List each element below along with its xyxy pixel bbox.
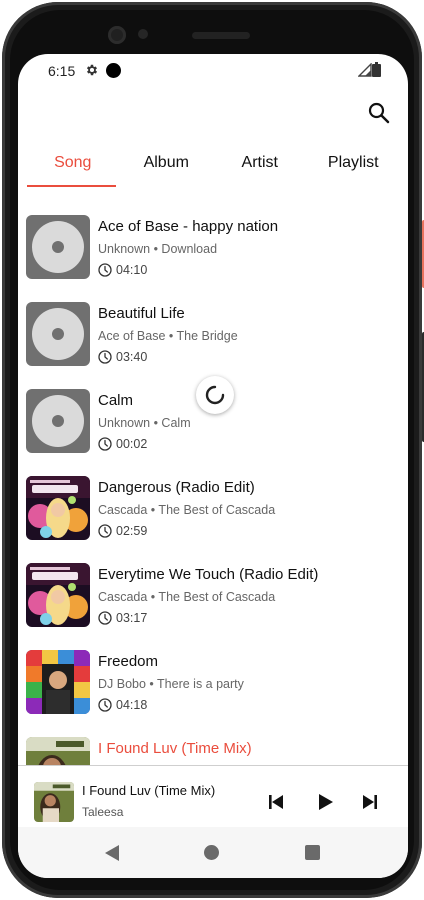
- cascada-cover-art: [26, 563, 90, 627]
- default-album-art: [26, 302, 90, 366]
- now-playing-artist: Taleesa: [82, 805, 124, 819]
- disc-hole: [52, 415, 64, 427]
- song-duration: 04:18: [116, 698, 148, 712]
- system-nav-bar: [18, 827, 408, 878]
- mini-player-art: [34, 782, 74, 822]
- search-icon[interactable]: [366, 100, 392, 126]
- mini-player[interactable]: I Found Luv (Time Mix) Taleesa: [18, 765, 408, 827]
- song-subtitle: Unknown • Calm: [98, 416, 191, 430]
- skip-next-icon[interactable]: [360, 792, 380, 812]
- tab-album[interactable]: Album: [120, 150, 214, 188]
- taleesa-album-art: [26, 737, 90, 766]
- song-item[interactable]: Freedom DJ Bobo • There is a party 04:18: [18, 641, 408, 728]
- clock-icon: [98, 524, 112, 538]
- nav-home-icon[interactable]: [204, 845, 219, 860]
- song-title: Dangerous (Radio Edit): [98, 479, 255, 496]
- song-item[interactable]: Dangerous (Radio Edit) Cascada • The Bes…: [18, 467, 408, 554]
- loading-spinner: [196, 376, 234, 414]
- song-item[interactable]: Ace of Base - happy nation Unknown • Dow…: [18, 206, 408, 293]
- song-subtitle: Cascada • The Best of Cascada: [98, 590, 276, 604]
- song-subtitle: Cascada • The Best of Cascada: [98, 503, 276, 517]
- tab-bar: Song Album Artist Playlist: [26, 150, 400, 188]
- tab-song[interactable]: Song: [26, 150, 120, 188]
- gear-icon: [86, 64, 98, 76]
- phone-frame: 6:15 Song Album Artist Playlist Ace of B…: [2, 2, 424, 898]
- song-title: Everytime We Touch (Radio Edit): [98, 566, 319, 583]
- song-duration: 03:17: [116, 611, 148, 625]
- song-item[interactable]: Beautiful Life Ace of Base • The Bridge …: [18, 293, 408, 380]
- clock-icon: [98, 611, 112, 625]
- tab-indicator: [27, 185, 116, 187]
- song-duration: 00:02: [116, 437, 148, 451]
- song-title: Ace of Base - happy nation: [98, 218, 279, 235]
- song-duration: 04:10: [116, 263, 148, 277]
- skip-previous-icon[interactable]: [266, 792, 286, 812]
- song-title: Freedom: [98, 653, 159, 670]
- clock-icon: [98, 350, 112, 364]
- clock-icon: [98, 437, 112, 451]
- spinner-arc-icon: [205, 385, 225, 405]
- song-title: Calm: [98, 392, 134, 409]
- nav-recents-icon[interactable]: [305, 845, 320, 860]
- default-album-art: [26, 215, 90, 279]
- tab-playlist[interactable]: Playlist: [307, 150, 401, 188]
- song-duration: 02:59: [116, 524, 148, 538]
- tab-artist[interactable]: Artist: [213, 150, 307, 188]
- song-title: I Found Luv (Time Mix): [98, 740, 252, 757]
- djbobo-album-art: [26, 650, 90, 714]
- taleesa-cover-art: [26, 737, 90, 766]
- song-subtitle: Unknown • Download: [98, 242, 218, 256]
- song-title: Beautiful Life: [98, 305, 185, 322]
- taleesa-cover-art: [34, 782, 74, 822]
- now-playing-title: I Found Luv (Time Mix): [82, 783, 216, 798]
- notification-dot-icon: [106, 63, 121, 78]
- djbobo-cover-art: [26, 650, 90, 714]
- nav-back-icon[interactable]: [104, 844, 120, 862]
- disc-hole: [52, 328, 64, 340]
- song-duration: 03:40: [116, 350, 148, 364]
- proximity-sensor: [138, 29, 148, 39]
- song-list: Ace of Base - happy nation Unknown • Dow…: [18, 206, 408, 766]
- screen: 6:15 Song Album Artist Playlist Ace of B…: [18, 54, 408, 878]
- status-time: 6:15: [48, 63, 76, 79]
- default-album-art: [26, 389, 90, 453]
- song-subtitle: DJ Bobo • There is a party: [98, 677, 244, 691]
- play-icon[interactable]: [315, 791, 335, 813]
- cascada-album-art: [26, 563, 90, 627]
- cascada-cover-art: [26, 476, 90, 540]
- disc-hole: [52, 241, 64, 253]
- clock-icon: [98, 263, 112, 277]
- front-camera: [108, 26, 126, 44]
- cascada-album-art: [26, 476, 90, 540]
- song-subtitle: Ace of Base • The Bridge: [98, 329, 238, 343]
- status-bar: 6:15: [18, 54, 408, 86]
- song-item[interactable]: Everytime We Touch (Radio Edit) Cascada …: [18, 554, 408, 641]
- battery-icon: [372, 62, 381, 77]
- song-item-playing[interactable]: I Found Luv (Time Mix): [18, 728, 408, 766]
- signal-icon: [358, 63, 372, 77]
- earpiece-speaker: [192, 32, 250, 39]
- clock-icon: [98, 698, 112, 712]
